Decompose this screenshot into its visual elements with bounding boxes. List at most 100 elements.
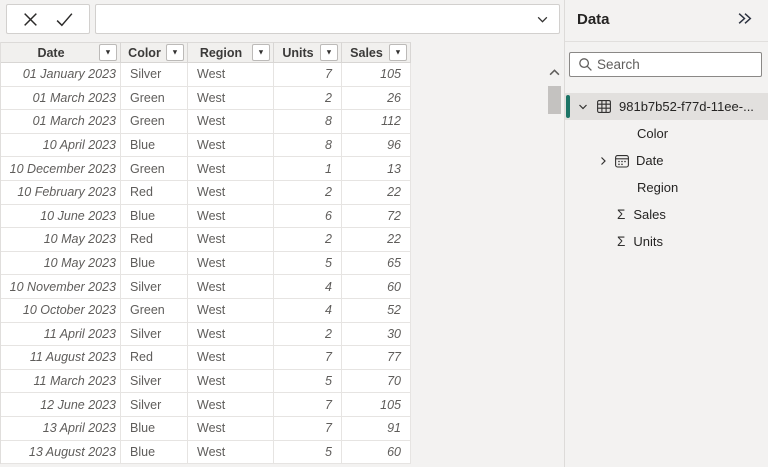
scrollbar-thumb[interactable] xyxy=(548,86,561,114)
filter-button-date[interactable]: ▼ xyxy=(99,44,117,61)
cell-color[interactable]: Silver xyxy=(121,275,188,299)
cell-region[interactable]: West xyxy=(188,393,274,417)
cell-region[interactable]: West xyxy=(188,322,274,347)
cell-units[interactable]: 5 xyxy=(274,440,342,465)
cell-date[interactable]: 10 November 2023 xyxy=(1,275,121,299)
cell-date[interactable]: 10 February 2023 xyxy=(1,180,121,205)
cell-units[interactable]: 1 xyxy=(274,157,342,181)
chevron-down-icon[interactable] xyxy=(577,101,589,113)
column-header-sales[interactable]: Sales ▼ xyxy=(342,42,411,63)
cell-sales[interactable]: 60 xyxy=(342,275,411,299)
search-box[interactable] xyxy=(569,52,762,77)
cell-units[interactable]: 2 xyxy=(274,228,342,252)
cell-units[interactable]: 7 xyxy=(274,346,342,370)
cell-color[interactable]: Silver xyxy=(121,369,188,394)
field-item-units[interactable]: Σ Units xyxy=(565,228,768,255)
cell-sales[interactable]: 105 xyxy=(342,393,411,417)
cell-color[interactable]: Green xyxy=(121,298,188,323)
cell-units[interactable]: 4 xyxy=(274,275,342,299)
cell-color[interactable]: Silver xyxy=(121,63,188,87)
column-header-region[interactable]: Region ▼ xyxy=(188,42,274,63)
cell-date[interactable]: 01 March 2023 xyxy=(1,86,121,111)
cell-region[interactable]: West xyxy=(188,416,274,441)
cell-sales[interactable]: 72 xyxy=(342,204,411,229)
table-item[interactable]: 981b7b52-f77d-11ee-... xyxy=(565,93,768,120)
cell-color[interactable]: Green xyxy=(121,110,188,134)
cell-units[interactable]: 4 xyxy=(274,298,342,323)
cell-units[interactable]: 2 xyxy=(274,322,342,347)
formula-input[interactable] xyxy=(96,5,536,33)
cell-color[interactable]: Blue xyxy=(121,204,188,229)
cell-units[interactable]: 7 xyxy=(274,63,342,87)
filter-button-region[interactable]: ▼ xyxy=(252,44,270,61)
cell-sales[interactable]: 26 xyxy=(342,86,411,111)
cell-units[interactable]: 7 xyxy=(274,416,342,441)
column-header-units[interactable]: Units ▼ xyxy=(274,42,342,63)
cell-region[interactable]: West xyxy=(188,204,274,229)
cell-date[interactable]: 10 October 2023 xyxy=(1,298,121,323)
cell-color[interactable]: Silver xyxy=(121,322,188,347)
scroll-up-button[interactable] xyxy=(546,65,563,79)
cell-region[interactable]: West xyxy=(188,180,274,205)
cell-color[interactable]: Red xyxy=(121,228,188,252)
confirm-button[interactable] xyxy=(55,11,74,28)
cell-date[interactable]: 11 March 2023 xyxy=(1,369,121,394)
cell-color[interactable]: Blue xyxy=(121,416,188,441)
cell-region[interactable]: West xyxy=(188,110,274,134)
cell-region[interactable]: West xyxy=(188,298,274,323)
field-item-date[interactable]: Date xyxy=(565,147,768,174)
search-input[interactable] xyxy=(593,57,761,72)
cell-region[interactable]: West xyxy=(188,346,274,370)
cell-date[interactable]: 10 December 2023 xyxy=(1,157,121,181)
cell-sales[interactable]: 13 xyxy=(342,157,411,181)
cell-sales[interactable]: 65 xyxy=(342,251,411,276)
cell-date[interactable]: 10 April 2023 xyxy=(1,133,121,158)
cell-region[interactable]: West xyxy=(188,63,274,87)
cell-color[interactable]: Green xyxy=(121,157,188,181)
column-header-color[interactable]: Color ▼ xyxy=(121,42,188,63)
filter-button-color[interactable]: ▼ xyxy=(166,44,184,61)
cell-color[interactable]: Blue xyxy=(121,251,188,276)
filter-button-units[interactable]: ▼ xyxy=(320,44,338,61)
cell-sales[interactable]: 77 xyxy=(342,346,411,370)
cell-units[interactable]: 5 xyxy=(274,369,342,394)
cell-sales[interactable]: 70 xyxy=(342,369,411,394)
cell-date[interactable]: 01 March 2023 xyxy=(1,110,121,134)
cell-region[interactable]: West xyxy=(188,275,274,299)
field-item-color[interactable]: Color xyxy=(565,120,768,147)
cell-units[interactable]: 5 xyxy=(274,251,342,276)
cell-color[interactable]: Red xyxy=(121,180,188,205)
cell-sales[interactable]: 91 xyxy=(342,416,411,441)
vertical-scrollbar[interactable] xyxy=(546,62,563,467)
cell-sales[interactable]: 22 xyxy=(342,228,411,252)
cancel-button[interactable] xyxy=(22,11,39,28)
cell-units[interactable]: 2 xyxy=(274,180,342,205)
cell-sales[interactable]: 105 xyxy=(342,63,411,87)
cell-region[interactable]: West xyxy=(188,157,274,181)
cell-date[interactable]: 13 April 2023 xyxy=(1,416,121,441)
field-item-sales[interactable]: Σ Sales xyxy=(565,201,768,228)
cell-date[interactable]: 10 May 2023 xyxy=(1,228,121,252)
cell-date[interactable]: 12 June 2023 xyxy=(1,393,121,417)
cell-region[interactable]: West xyxy=(188,133,274,158)
cell-color[interactable]: Red xyxy=(121,346,188,370)
cell-units[interactable]: 7 xyxy=(274,393,342,417)
cell-date[interactable]: 01 January 2023 xyxy=(1,63,121,87)
cell-sales[interactable]: 22 xyxy=(342,180,411,205)
cell-date[interactable]: 10 May 2023 xyxy=(1,251,121,276)
cell-region[interactable]: West xyxy=(188,251,274,276)
formula-bar[interactable] xyxy=(95,4,560,34)
cell-color[interactable]: Silver xyxy=(121,393,188,417)
cell-region[interactable]: West xyxy=(188,86,274,111)
cell-units[interactable]: 2 xyxy=(274,86,342,111)
cell-sales[interactable]: 112 xyxy=(342,110,411,134)
cell-date[interactable]: 10 June 2023 xyxy=(1,204,121,229)
filter-button-sales[interactable]: ▼ xyxy=(389,44,407,61)
cell-date[interactable]: 11 April 2023 xyxy=(1,322,121,347)
formula-expand-button[interactable] xyxy=(536,13,559,26)
cell-sales[interactable]: 96 xyxy=(342,133,411,158)
cell-sales[interactable]: 60 xyxy=(342,440,411,465)
cell-date[interactable]: 13 August 2023 xyxy=(1,440,121,465)
chevron-right-icon[interactable] xyxy=(597,155,609,167)
cell-color[interactable]: Green xyxy=(121,86,188,111)
